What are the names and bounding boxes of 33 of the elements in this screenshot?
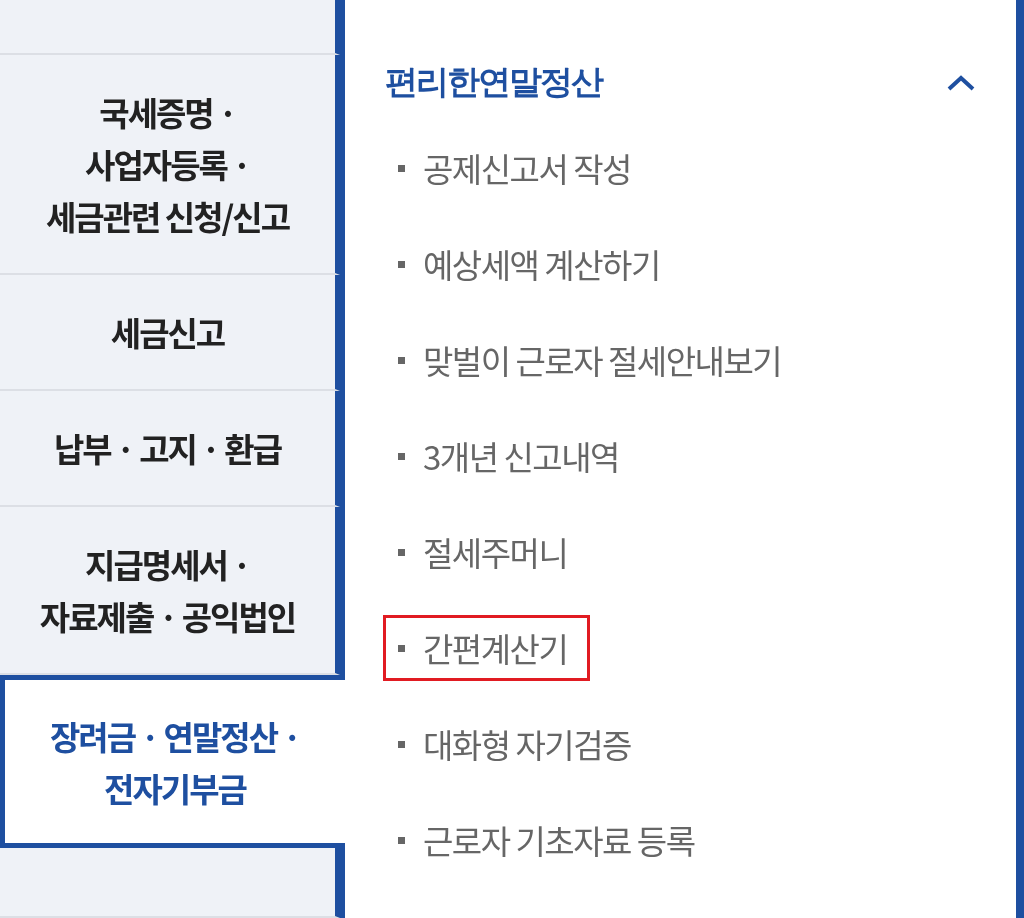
- menu-item[interactable]: 국세증명 · 사업자등록 · 세금관련 신청/신고: [0, 55, 340, 275]
- menu-item[interactable]: 납부 · 고지 · 환급: [0, 391, 340, 507]
- submenu-link[interactable]: 근로자 기초자료 등록: [383, 807, 718, 873]
- menu-item-label: 납부 · 고지 · 환급: [53, 423, 282, 474]
- menu-item-label: 세금관련 신청/신고: [45, 191, 290, 242]
- bullet-icon: [398, 836, 405, 844]
- submenu-link[interactable]: 예상세액 계산하기: [383, 231, 683, 297]
- menu-item-label: 세금신고: [110, 307, 225, 358]
- bullet-icon: [398, 548, 405, 556]
- bullet-icon: [398, 164, 405, 172]
- submenu-link[interactable]: 대화형 자기검증: [383, 711, 654, 777]
- submenu-link[interactable]: 간편계산기: [383, 615, 591, 681]
- bullet-icon: [398, 740, 405, 748]
- bullet-icon: [398, 644, 405, 652]
- menu-item-label: 장려금 · 연말정산 ·: [49, 710, 301, 762]
- section-header[interactable]: 편리한연말정산: [385, 60, 976, 105]
- bullet-icon: [398, 260, 405, 268]
- bullet-icon: [398, 452, 405, 460]
- menu-item[interactable]: 장려금 · 연말정산 · 전자기부금: [0, 675, 345, 848]
- menu-item[interactable]: 세금신고: [0, 275, 340, 391]
- submenu-link[interactable]: 3개년 신고내역: [383, 423, 642, 489]
- bullet-icon: [398, 356, 405, 364]
- submenu-link[interactable]: 맞벌이 근로자 절세안내보기: [383, 327, 805, 393]
- submenu-link[interactable]: 공제신고서 작성: [383, 135, 654, 201]
- menu-item-label: 사업자등록 ·: [85, 139, 250, 190]
- section-title: 편리한연말정산: [385, 62, 602, 102]
- menu-item-label: 전자기부금: [104, 762, 246, 814]
- menu-item-label: 자료제출 · 공익법인: [39, 591, 296, 642]
- submenu-link[interactable]: 절세주머니: [383, 519, 591, 585]
- menu-item-label: 지급명세서 ·: [85, 539, 250, 590]
- menu-item-label: 국세증명 ·: [99, 87, 236, 138]
- menu-item[interactable]: 지급명세서 · 자료제출 · 공익법인: [0, 507, 340, 675]
- chevron-up-icon: [946, 73, 976, 92]
